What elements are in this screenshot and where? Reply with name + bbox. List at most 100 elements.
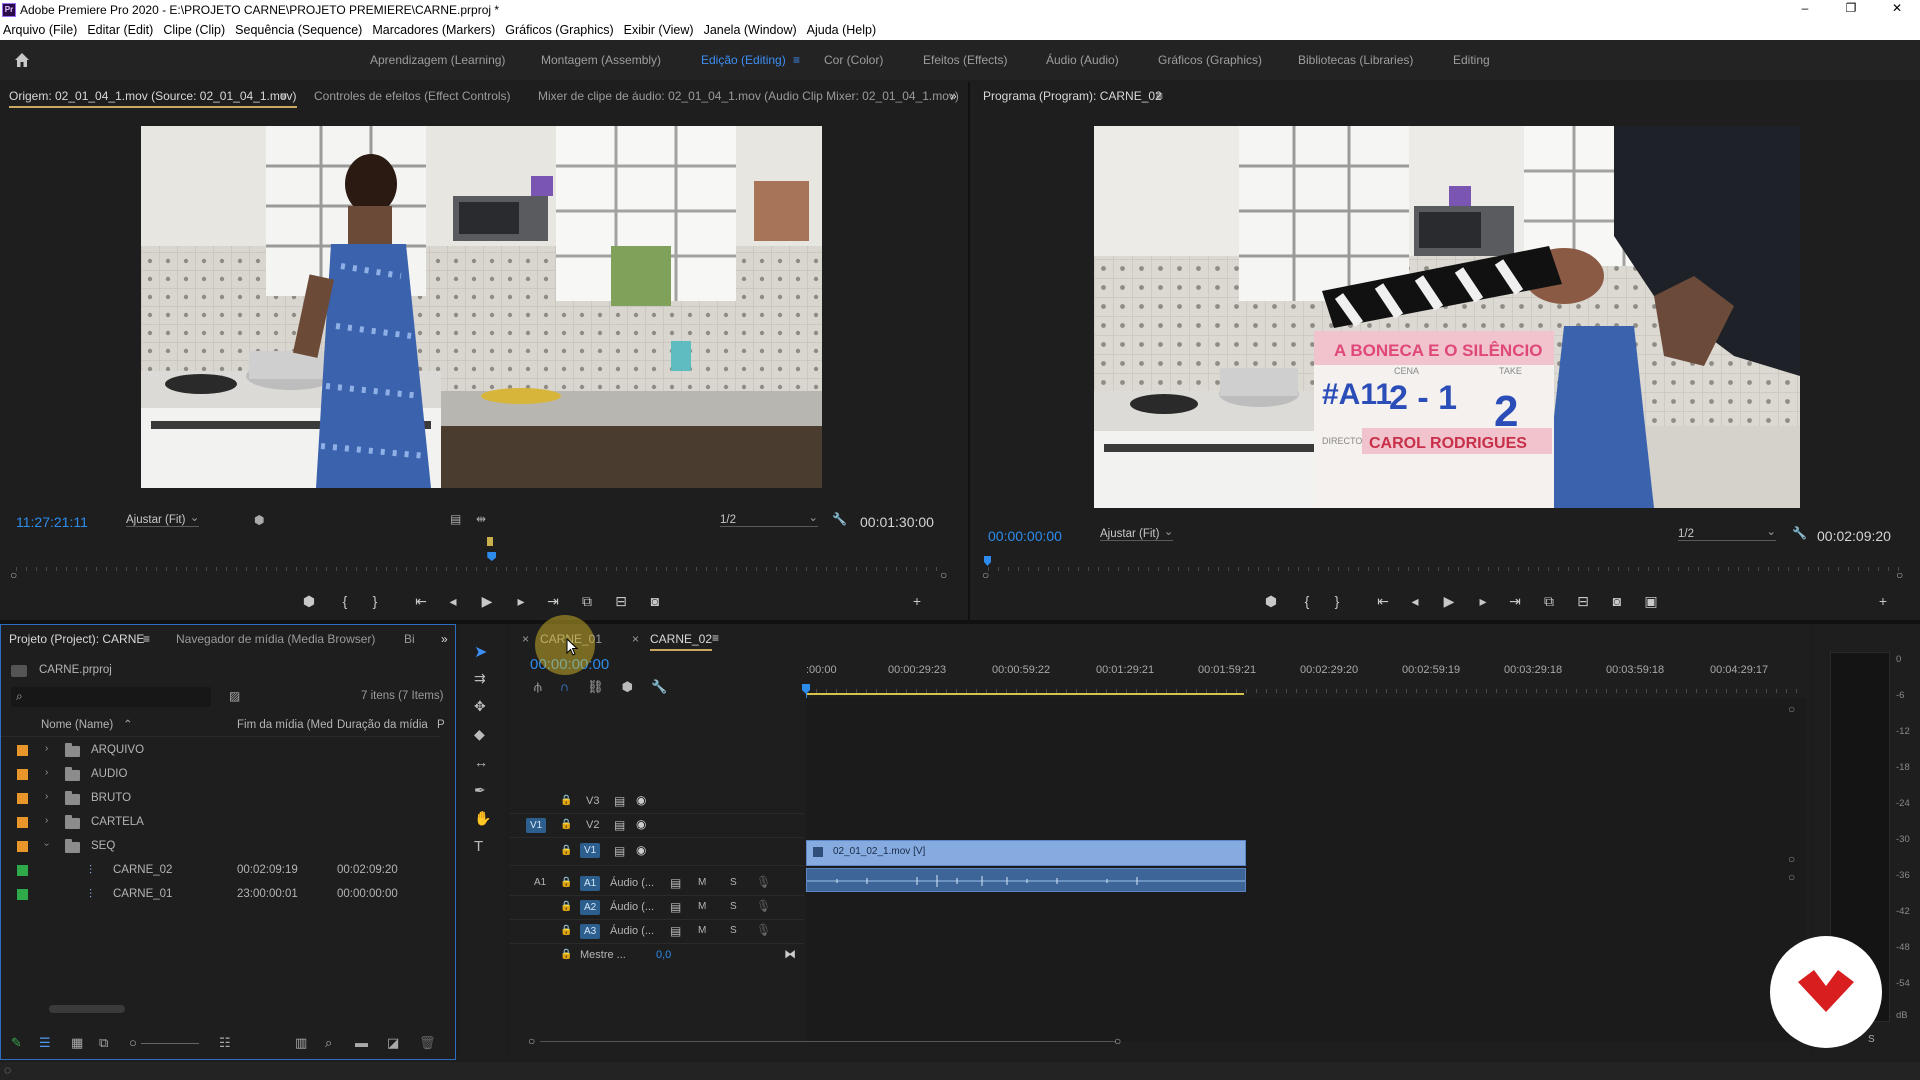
track-label[interactable]: V2 <box>586 819 599 831</box>
lock-icon[interactable]: 🔒 <box>560 949 572 960</box>
expand-arrow-icon[interactable]: › <box>45 743 48 754</box>
automate-to-sequence-icon[interactable]: ▥ <box>295 1035 307 1051</box>
ripple-edit-tool-icon[interactable]: ✥ <box>474 698 486 715</box>
lock-icon[interactable]: 🔒 <box>560 795 572 806</box>
menu-sequence[interactable]: Sequência (Sequence) <box>232 23 369 37</box>
mark-in-icon[interactable]: { <box>334 590 356 612</box>
timeline-ruler[interactable]: :00:00 00:00:29:23 00:00:59:22 00:01:29:… <box>806 660 1806 696</box>
program-export-frame-camera-icon[interactable]: ◙ <box>1606 590 1628 612</box>
export-frame-camera-icon[interactable]: ◙ <box>644 590 666 612</box>
track-label[interactable]: V3 <box>586 795 599 807</box>
sync-lock-icon[interactable]: ▤ <box>670 900 681 914</box>
add-marker-icon[interactable]: ⬢ <box>622 679 633 695</box>
sort-icons-icon[interactable]: ☷ <box>219 1035 231 1051</box>
track-select-tool-icon[interactable]: ⇉ <box>474 670 486 687</box>
expand-arrow-icon[interactable]: › <box>45 791 48 802</box>
program-video-frame[interactable]: A BONECA E O SILÊNCIO CENA TAKE #A11 2 -… <box>1094 126 1800 508</box>
label-color-swatch[interactable] <box>17 841 28 852</box>
solo-button[interactable]: S <box>730 925 737 936</box>
menu-markers[interactable]: Marcadores (Markers) <box>369 23 502 37</box>
timeline-zoom-scrollbar[interactable] <box>540 1041 1116 1042</box>
go-to-in-icon[interactable]: ⇤ <box>410 590 432 612</box>
source-playhead[interactable] <box>487 537 497 563</box>
program-add-marker-icon[interactable]: ⬢ <box>1260 590 1282 612</box>
track-label[interactable]: A2 <box>580 900 601 915</box>
go-to-out-icon[interactable]: ⇥ <box>542 590 564 612</box>
program-resolution-dropdown[interactable]: 1/2 <box>1678 524 1776 541</box>
program-mark-out-icon[interactable]: } <box>1326 590 1348 612</box>
column-media-duration[interactable]: Duração da mídia <box>337 719 428 731</box>
project-search-input[interactable]: ⌕ <box>11 687 211 707</box>
razor-tool-icon[interactable]: ◆ <box>474 726 485 743</box>
source-fit-dropdown[interactable]: Ajustar (Fit) <box>126 510 200 527</box>
solo-button[interactable]: S <box>730 877 737 888</box>
workspace-tab-graphics[interactable]: Gráficos (Graphics) <box>1158 53 1262 67</box>
project-item-cartela[interactable]: › CARTELA <box>1 811 441 835</box>
menu-window[interactable]: Janela (Window) <box>701 23 804 37</box>
video-clip[interactable]: 02_01_02_1.mov [V] <box>806 840 1246 866</box>
column-extra[interactable]: P <box>437 719 445 731</box>
menu-view[interactable]: Exibir (View) <box>621 23 701 37</box>
workspace-menu-icon[interactable]: ≡ <box>793 53 800 67</box>
collapse-arrow-icon[interactable]: › <box>41 843 52 846</box>
label-color-swatch[interactable] <box>17 793 28 804</box>
new-bin-icon[interactable]: ▬ <box>355 1035 368 1050</box>
eye-icon[interactable]: ◉ <box>636 817 646 831</box>
project-item-seq[interactable]: › SEQ <box>1 835 441 859</box>
program-button-editor-plus-icon[interactable]: + <box>1872 590 1894 612</box>
track-label[interactable]: A1 <box>580 876 601 891</box>
eye-icon[interactable]: ◉ <box>636 843 646 857</box>
new-search-bin-icon[interactable]: ▨ <box>229 689 240 703</box>
expand-arrow-icon[interactable]: › <box>45 767 48 778</box>
project-tab-menu-icon[interactable]: ≡ <box>143 632 150 646</box>
program-playhead-timecode[interactable]: 00:00:00:00 <box>988 528 1062 544</box>
label-color-swatch[interactable] <box>17 889 28 900</box>
timeline-tab-menu-icon[interactable]: ≡ <box>712 631 719 645</box>
mute-button[interactable]: M <box>698 925 706 936</box>
source-marker-icon[interactable]: ⬢ <box>254 513 264 527</box>
track-label[interactable]: V1 <box>580 843 601 858</box>
menu-file[interactable]: Arquivo (File) <box>0 23 84 37</box>
freeform-view-icon[interactable]: ⧉ <box>99 1035 108 1051</box>
expand-arrow-icon[interactable]: › <box>45 815 48 826</box>
lock-icon[interactable]: 🔒 <box>560 877 572 888</box>
master-volume-value[interactable]: 0,0 <box>656 949 671 961</box>
go-to-end-icon[interactable]: ⧓ <box>784 947 796 961</box>
label-color-swatch[interactable] <box>17 865 28 876</box>
extract-icon[interactable]: ⊟ <box>1572 590 1594 612</box>
project-item-carne-01[interactable]: ⫶ CARNE_01 23:00:00:01 00:00:00:00 <box>1 883 441 907</box>
label-color-swatch[interactable] <box>17 817 28 828</box>
source-playhead-timecode[interactable]: 11:27:21:11 <box>16 514 88 530</box>
audio-clip[interactable] <box>806 868 1246 892</box>
zoom-slider-handle[interactable]: ○ <box>129 1035 137 1050</box>
icon-view-icon[interactable]: ▦ <box>71 1035 83 1051</box>
pen-tool-icon[interactable]: ✒ <box>474 782 486 799</box>
sync-lock-icon[interactable]: ▤ <box>614 844 625 858</box>
tab-effect-controls[interactable]: Controles de efeitos (Effect Controls) <box>314 89 511 103</box>
source-button-editor-plus-icon[interactable]: + <box>906 590 928 612</box>
voice-over-mic-icon[interactable]: 🎙 <box>756 899 771 913</box>
project-horizontal-scrollbar[interactable] <box>49 1005 125 1013</box>
close-tab-icon[interactable]: × <box>522 632 529 646</box>
comparison-view-icon[interactable]: ▣ <box>1640 590 1662 612</box>
source-zoom-start-handle[interactable]: ○ <box>10 568 17 582</box>
program-mark-in-icon[interactable]: { <box>1296 590 1318 612</box>
source-time-ruler[interactable] <box>16 558 946 572</box>
sync-lock-icon[interactable]: ▤ <box>670 924 681 938</box>
new-item-icon[interactable]: ◪ <box>387 1035 399 1051</box>
step-forward-icon[interactable]: ▸ <box>510 590 532 612</box>
menu-clip[interactable]: Clipe (Clip) <box>160 23 232 37</box>
tab-media-browser[interactable]: Navegador de mídia (Media Browser) <box>176 632 375 646</box>
add-marker-icon[interactable]: ⬢ <box>298 590 320 612</box>
program-tab-menu-icon[interactable]: ≡ <box>1156 89 1163 103</box>
minimize-button[interactable]: – <box>1782 0 1828 19</box>
source-drag-audio-icon[interactable]: ⇹ <box>476 512 486 526</box>
mute-button[interactable]: M <box>698 877 706 888</box>
program-step-back-icon[interactable]: ◂ <box>1404 590 1426 612</box>
sync-lock-icon[interactable]: ▤ <box>614 794 625 808</box>
project-item-arquivo[interactable]: › ARQUIVO <box>1 739 441 763</box>
project-item-carne-02[interactable]: ⫶ CARNE_02 00:02:09:19 00:02:09:20 <box>1 859 441 883</box>
close-button[interactable]: ✕ <box>1874 0 1920 19</box>
workspace-tab-audio[interactable]: Áudio (Audio) <box>1046 53 1119 67</box>
vertical-scroll-handle[interactable]: ○ <box>1788 852 1795 866</box>
